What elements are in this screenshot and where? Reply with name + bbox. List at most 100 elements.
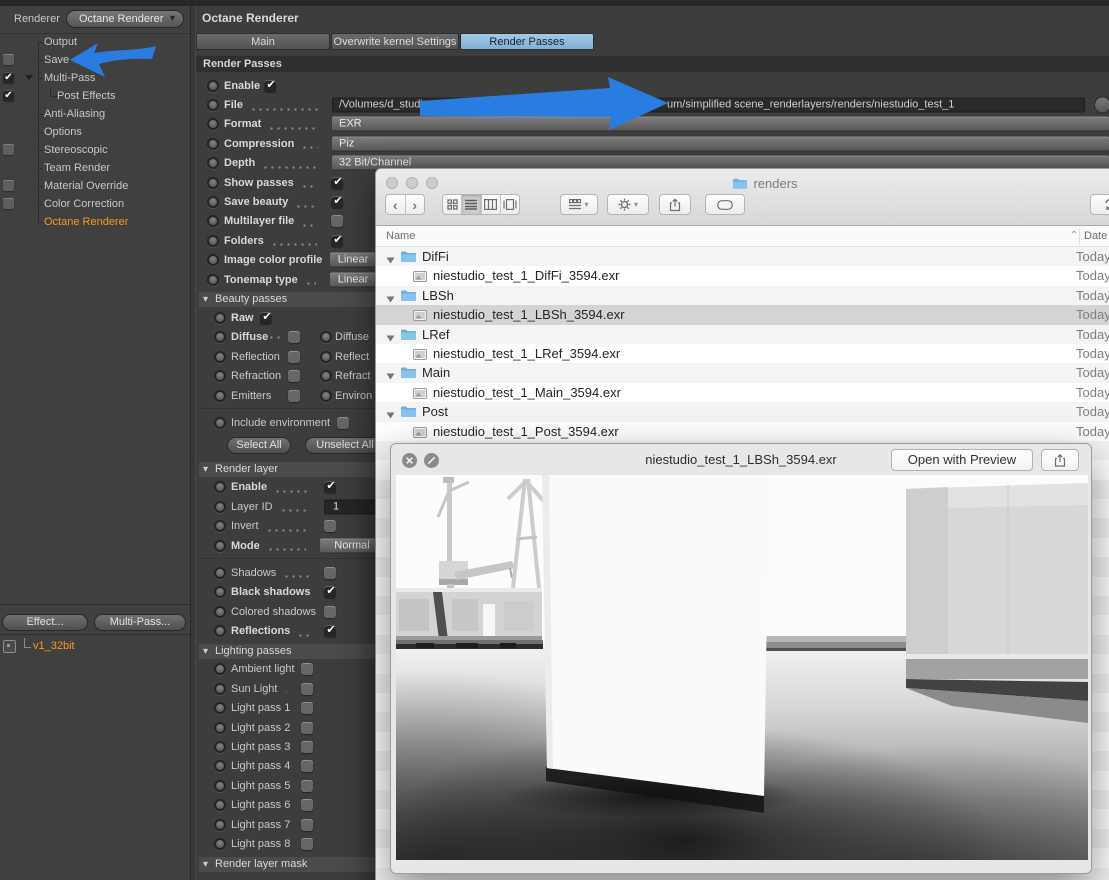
animate-parameter-radio[interactable]	[214, 350, 226, 363]
layer-id-field[interactable]: 1	[324, 499, 380, 515]
reflection-checkbox[interactable]	[288, 350, 300, 363]
select-all-button[interactable]: Select All	[227, 436, 291, 454]
forward-button[interactable]: ›	[406, 195, 425, 214]
light-pass-7-checkbox[interactable]	[301, 818, 313, 831]
tree-item-options[interactable]: Options	[0, 123, 190, 141]
list-row-main[interactable]: Main Today	[376, 363, 1109, 383]
animate-parameter-radio[interactable]	[207, 99, 219, 112]
list-row-niestudio-test-1-lbsh-3594-exr[interactable]: niestudio_test_1_LBSh_3594.exr Today	[376, 305, 1109, 325]
animate-parameter-radio[interactable]	[214, 837, 226, 850]
diffuse-checkbox[interactable]	[288, 331, 300, 344]
animate-parameter-radio[interactable]	[214, 818, 226, 831]
animate-parameter-radio[interactable]	[214, 779, 226, 792]
animate-parameter-radio[interactable]	[214, 481, 226, 494]
enable-checkbox[interactable]	[324, 481, 336, 494]
animate-parameter-radio[interactable]	[207, 137, 219, 150]
enable-checkbox[interactable]	[3, 72, 14, 83]
compression-dropdown[interactable]: Piz	[332, 136, 1109, 152]
black-shadows-checkbox[interactable]	[324, 586, 336, 599]
take-item[interactable]: v1_32bit	[0, 637, 190, 655]
action-gear-button[interactable]: ▾	[607, 194, 649, 215]
animate-parameter-radio[interactable]	[214, 520, 226, 533]
animate-parameter-radio[interactable]	[214, 605, 226, 618]
light-pass-8-checkbox[interactable]	[301, 837, 313, 850]
animate-parameter-radio[interactable]	[214, 539, 226, 552]
tonemap-type-dropdown[interactable]: Linear	[330, 272, 376, 288]
animate-parameter-radio[interactable]	[214, 586, 226, 599]
animate-parameter-radio[interactable]	[214, 389, 226, 402]
column-divider[interactable]	[1079, 228, 1080, 244]
animate-parameter-radio[interactable]	[214, 331, 226, 344]
enable-checkbox[interactable]	[3, 198, 14, 209]
list-row-niestudio-test-1-main-3594-exr[interactable]: niestudio_test_1_Main_3594.exr Today	[376, 383, 1109, 402]
animate-parameter-radio[interactable]	[214, 760, 226, 773]
raw-checkbox[interactable]	[260, 311, 272, 324]
tab-main[interactable]: Main	[196, 33, 330, 50]
emitters-checkbox[interactable]	[288, 389, 300, 402]
tree-item-post-effects[interactable]: Post Effects	[0, 87, 190, 105]
list-row-niestudio-test-1-lref-3594-exr[interactable]: niestudio_test_1_LRef_3594.exr Today	[376, 344, 1109, 363]
tree-item-color-correction[interactable]: Color Correction	[0, 195, 190, 213]
animate-parameter-radio[interactable]	[214, 663, 226, 676]
light-pass-4-checkbox[interactable]	[301, 760, 313, 773]
date-column-header[interactable]: Date	[1084, 226, 1107, 246]
animate-parameter-radio[interactable]	[207, 176, 219, 189]
animate-parameter-radio[interactable]	[320, 331, 332, 344]
animate-parameter-radio[interactable]	[214, 625, 226, 638]
animate-parameter-radio[interactable]	[214, 721, 226, 734]
invert-checkbox[interactable]	[324, 520, 336, 533]
disclosure-triangle[interactable]	[386, 368, 395, 383]
list-view-button[interactable]	[462, 195, 482, 214]
light-pass-2-checkbox[interactable]	[301, 721, 313, 734]
sync-button[interactable]	[1090, 194, 1109, 215]
name-column-header[interactable]: Name	[386, 226, 415, 246]
shadows-checkbox[interactable]	[324, 566, 336, 579]
browse-file-button[interactable]	[1094, 96, 1109, 114]
save-beauty-checkbox[interactable]	[331, 196, 343, 209]
refraction-checkbox[interactable]	[288, 370, 300, 383]
animate-parameter-radio[interactable]	[207, 157, 219, 170]
light-pass-6-checkbox[interactable]	[301, 799, 313, 812]
animate-parameter-radio[interactable]	[214, 311, 226, 324]
animate-parameter-radio[interactable]	[207, 273, 219, 286]
expander-icon[interactable]	[25, 75, 33, 84]
effect-button[interactable]: Effect...	[2, 614, 88, 631]
ambient-light-checkbox[interactable]	[301, 663, 313, 676]
animate-parameter-radio[interactable]	[214, 370, 226, 383]
list-row-diffi[interactable]: DifFi Today	[376, 247, 1109, 267]
tree-item-material-override[interactable]: Material Override	[0, 177, 190, 195]
reflections-checkbox[interactable]	[324, 625, 336, 638]
include-environment-checkbox[interactable]	[337, 416, 349, 429]
disclosure-triangle[interactable]	[386, 330, 395, 345]
tag-button[interactable]	[705, 194, 745, 215]
column-view-button[interactable]	[482, 195, 501, 214]
animate-parameter-radio[interactable]	[214, 741, 226, 754]
tab-overwrite-kernel-settings[interactable]: Overwrite kernel Settings	[331, 33, 459, 50]
animate-parameter-radio[interactable]	[207, 196, 219, 209]
tab-render-passes[interactable]: Render Passes	[460, 33, 594, 50]
tree-item-stereoscopic[interactable]: Stereoscopic	[0, 141, 190, 159]
enable-checkbox[interactable]	[264, 79, 276, 92]
disclosure-triangle[interactable]	[386, 407, 395, 422]
animate-parameter-radio[interactable]	[320, 350, 332, 363]
image-color-profile-dropdown[interactable]: Linear	[330, 252, 376, 268]
back-button[interactable]: ‹	[386, 195, 406, 214]
animate-parameter-radio[interactable]	[207, 234, 219, 247]
open-with-preview-button[interactable]: Open with Preview	[891, 449, 1033, 471]
enable-checkbox[interactable]	[3, 144, 14, 155]
enable-checkbox[interactable]	[3, 90, 14, 101]
disclosure-triangle[interactable]	[386, 252, 395, 267]
folders-checkbox[interactable]	[331, 234, 343, 247]
animate-parameter-radio[interactable]	[214, 566, 226, 579]
light-pass-5-checkbox[interactable]	[301, 779, 313, 792]
enable-checkbox[interactable]	[3, 180, 14, 191]
light-pass-1-checkbox[interactable]	[301, 702, 313, 715]
enable-checkbox[interactable]	[3, 54, 14, 65]
list-row-post[interactable]: Post Today	[376, 402, 1109, 422]
list-row-lbsh[interactable]: LBSh Today	[376, 285, 1109, 306]
animate-parameter-radio[interactable]	[214, 702, 226, 715]
list-row-lref[interactable]: LRef Today	[376, 324, 1109, 345]
quicklook-share-button[interactable]	[1041, 449, 1079, 471]
icon-view-button[interactable]	[443, 195, 463, 214]
group-by-button[interactable]: ▾	[560, 194, 598, 215]
